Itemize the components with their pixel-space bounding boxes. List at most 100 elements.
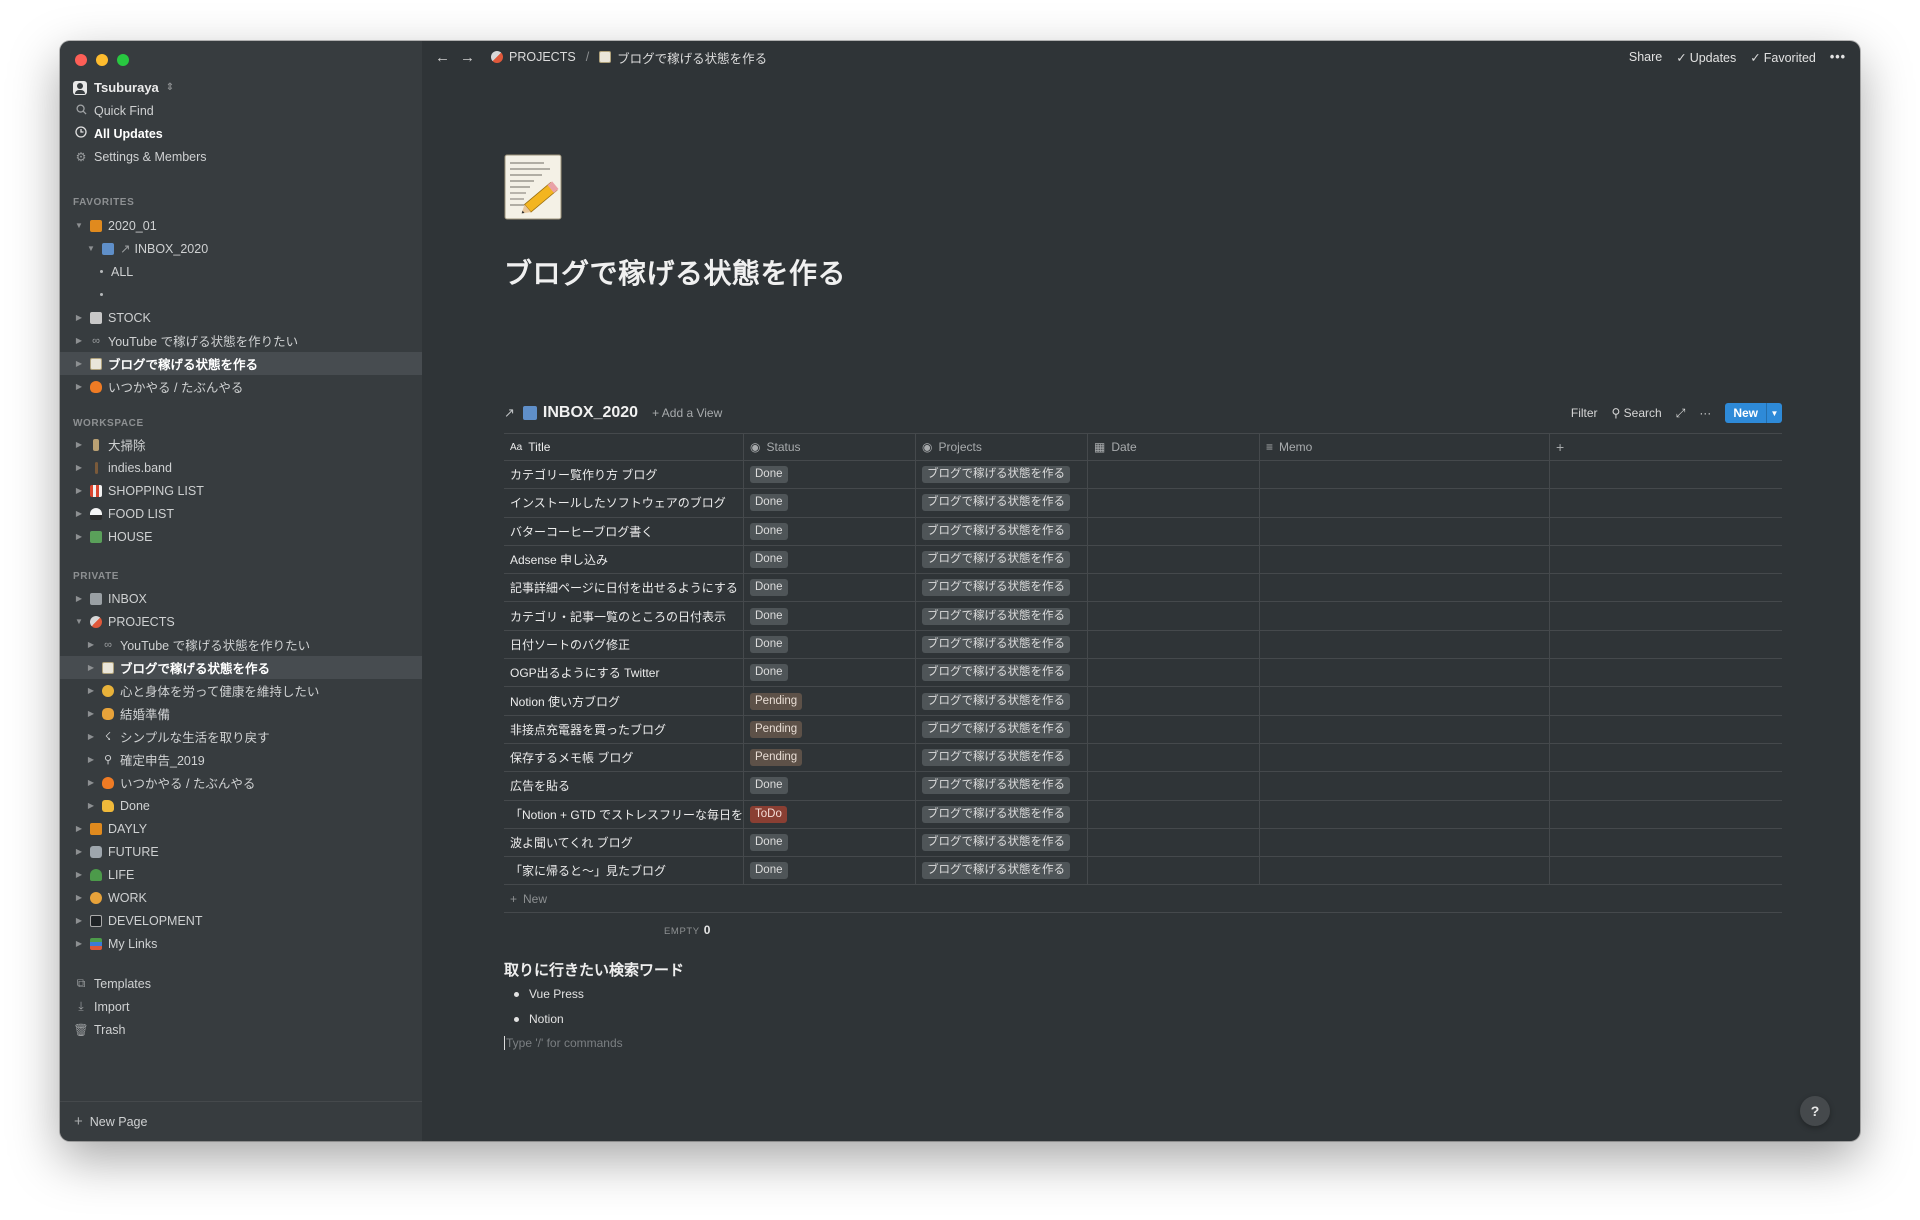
cell-title[interactable]: 「Notion + GTD でストレスフリーな毎日を — [504, 800, 744, 828]
cell-projects[interactable]: ブログで稼げる状態を作る — [916, 715, 1088, 743]
cell-date[interactable] — [1088, 574, 1260, 602]
column-header-date[interactable]: ▦ Date — [1088, 434, 1260, 460]
cell-date[interactable] — [1088, 630, 1260, 659]
sidebar-item-projects-blog[interactable]: ▶ ブログで稼げる状態を作る — [60, 656, 422, 679]
sidebar-item-all-updates[interactable]: All Updates — [60, 122, 422, 145]
cell-projects[interactable]: ブログで稼げる状態を作る — [916, 630, 1088, 659]
cell-title[interactable]: インストールしたソフトウェアのブログ — [504, 489, 744, 517]
cell-title[interactable]: 記事詳細ページに日付を出せるようにする — [504, 574, 744, 602]
toggle-expanded-icon[interactable]: ▼ — [86, 244, 96, 253]
sidebar-item-my-links[interactable]: ▶ My Links — [60, 932, 422, 955]
cell-memo[interactable] — [1260, 857, 1550, 885]
cell-title[interactable]: 「家に帰ると〜」見たブログ — [504, 857, 744, 885]
cell-status[interactable]: Done — [744, 602, 916, 630]
breadcrumb-projects[interactable]: PROJECTS — [509, 50, 576, 64]
table-row[interactable]: 記事詳細ページに日付を出せるようにする Done ブログで稼げる状態を作る — [504, 574, 1782, 603]
table-row[interactable]: 非接点充電器を買ったブログ Pending ブログで稼げる状態を作る — [504, 715, 1782, 744]
cell-title[interactable]: 非接点充電器を買ったブログ — [504, 715, 744, 743]
table-row[interactable]: 「家に帰ると〜」見たブログ Done ブログで稼げる状態を作る — [504, 857, 1782, 886]
cell-memo[interactable] — [1260, 715, 1550, 743]
toggle-collapsed-icon[interactable]: ▶ — [74, 463, 84, 472]
cell-date[interactable] — [1088, 545, 1260, 574]
cell-date[interactable] — [1088, 743, 1260, 772]
cell-status[interactable]: Done — [744, 489, 916, 517]
cell-status[interactable]: Done — [744, 461, 916, 489]
cell-status[interactable]: ToDo — [744, 800, 916, 828]
cell-title[interactable]: 日付ソートのバグ修正 — [504, 630, 744, 659]
sidebar-item-someday[interactable]: ▶ いつかやる / たぶんやる — [60, 375, 422, 398]
cell-projects[interactable]: ブログで稼げる状態を作る — [916, 800, 1088, 828]
filter-button[interactable]: Filter — [1571, 406, 1598, 420]
breadcrumb-current-page[interactable]: ブログで稼げる状態を作る — [617, 48, 767, 67]
cell-title[interactable]: 広告を貼る — [504, 772, 744, 800]
cell-projects[interactable]: ブログで稼げる状態を作る — [916, 602, 1088, 630]
sidebar-item-shopping-list[interactable]: ▶ SHOPPING LIST — [60, 479, 422, 502]
cell-projects[interactable]: ブログで稼げる状態を作る — [916, 659, 1088, 687]
add-property-button[interactable]: + — [1550, 434, 1782, 460]
table-row[interactable]: Notion 使い方ブログ Pending ブログで稼げる状態を作る — [504, 687, 1782, 716]
toggle-expanded-icon[interactable]: ▼ — [74, 617, 84, 626]
toggle-collapsed-icon[interactable]: ▶ — [86, 778, 96, 787]
table-row[interactable]: 保存するメモ帳 ブログ Pending ブログで稼げる状態を作る — [504, 743, 1782, 773]
forward-arrow-icon[interactable]: → — [460, 49, 475, 66]
toggle-collapsed-icon[interactable]: ▶ — [86, 686, 96, 695]
cell-memo[interactable] — [1260, 461, 1550, 489]
sidebar-item-youtube[interactable]: ▶ ∞ YouTube で稼げる状態を作りたい — [60, 329, 422, 352]
sidebar-item-cleaning[interactable]: ▶ 大掃除 — [60, 433, 422, 456]
sidebar-item-projects-youtube[interactable]: ▶ ∞ YouTube で稼げる状態を作りたい — [60, 633, 422, 656]
toggle-collapsed-icon[interactable]: ▶ — [86, 801, 96, 810]
sidebar-item-stock[interactable]: ▶ STOCK — [60, 306, 422, 329]
cell-title[interactable]: 波よ聞いてくれ ブログ — [504, 828, 744, 857]
toggle-collapsed-icon[interactable]: ▶ — [74, 532, 84, 541]
column-header-projects[interactable]: ◉ Projects — [916, 434, 1088, 460]
cell-projects[interactable]: ブログで稼げる状態を作る — [916, 489, 1088, 517]
cell-memo[interactable] — [1260, 545, 1550, 574]
table-row[interactable]: 「Notion + GTD でストレスフリーな毎日を ToDo ブログで稼げる状態を… — [504, 800, 1782, 829]
toggle-collapsed-icon[interactable]: ▶ — [74, 486, 84, 495]
sidebar-item-life[interactable]: ▶ LIFE — [60, 863, 422, 886]
favorited-button[interactable]: ✓ Favorited — [1750, 50, 1816, 65]
workspace-switcher[interactable]: Tsuburaya ⇕ — [73, 80, 174, 95]
cell-projects[interactable]: ブログで稼げる状態を作る — [916, 461, 1088, 489]
database-title[interactable]: INBOX_2020 — [543, 404, 638, 422]
sidebar-item-house[interactable]: ▶ HOUSE — [60, 525, 422, 548]
cell-status[interactable]: Done — [744, 630, 916, 659]
sidebar-item-development[interactable]: ▶ DEVELOPMENT — [60, 909, 422, 932]
sidebar-item-projects-someday[interactable]: ▶ いつかやる / たぶんやる — [60, 771, 422, 794]
cell-memo[interactable] — [1260, 687, 1550, 715]
sidebar-item-all[interactable]: ALL — [60, 260, 422, 283]
toggle-collapsed-icon[interactable]: ▶ — [74, 313, 84, 322]
close-window-button[interactable] — [75, 54, 87, 66]
page-title[interactable]: ブログで稼げる状態を作る — [504, 252, 846, 292]
cell-memo[interactable] — [1260, 828, 1550, 857]
sidebar-item-2020-01[interactable]: ▼ 2020_01 — [60, 214, 422, 237]
table-row[interactable]: カテゴリ・記事一覧のところの日付表示 Done ブログで稼げる状態を作る — [504, 602, 1782, 631]
cell-date[interactable] — [1088, 772, 1260, 800]
expand-icon[interactable]: ⤢ — [1676, 406, 1686, 421]
zoom-window-button[interactable] — [117, 54, 129, 66]
cell-projects[interactable]: ブログで稼げる状態を作る — [916, 574, 1088, 602]
toggle-expanded-icon[interactable]: ▼ — [74, 221, 84, 230]
cell-date[interactable] — [1088, 715, 1260, 743]
cell-memo[interactable] — [1260, 574, 1550, 602]
column-header-title[interactable]: Aa Title — [504, 434, 744, 460]
cell-projects[interactable]: ブログで稼げる状態を作る — [916, 517, 1088, 545]
cell-projects[interactable]: ブログで稼げる状態を作る — [916, 687, 1088, 715]
cell-date[interactable] — [1088, 461, 1260, 489]
cell-date[interactable] — [1088, 828, 1260, 857]
toggle-collapsed-icon[interactable]: ▶ — [86, 755, 96, 764]
table-row[interactable]: 日付ソートのバグ修正 Done ブログで稼げる状態を作る — [504, 630, 1782, 660]
table-row[interactable]: インストールしたソフトウェアのブログ Done ブログで稼げる状態を作る — [504, 489, 1782, 518]
cell-status[interactable]: Pending — [744, 715, 916, 743]
sidebar-item-work[interactable]: ▶ WORK — [60, 886, 422, 909]
add-view-button[interactable]: + Add a View — [652, 406, 722, 420]
toggle-collapsed-icon[interactable]: ▶ — [74, 870, 84, 879]
cell-status[interactable]: Pending — [744, 743, 916, 772]
cell-projects[interactable]: ブログで稼げる状態を作る — [916, 545, 1088, 574]
cell-status[interactable]: Done — [744, 857, 916, 885]
cell-title[interactable]: Adsense 申し込み — [504, 545, 744, 574]
cell-title[interactable]: 保存するメモ帳 ブログ — [504, 743, 744, 772]
cell-projects[interactable]: ブログで稼げる状態を作る — [916, 772, 1088, 800]
sidebar-item-empty[interactable] — [60, 283, 422, 306]
toggle-collapsed-icon[interactable]: ▶ — [74, 359, 84, 368]
